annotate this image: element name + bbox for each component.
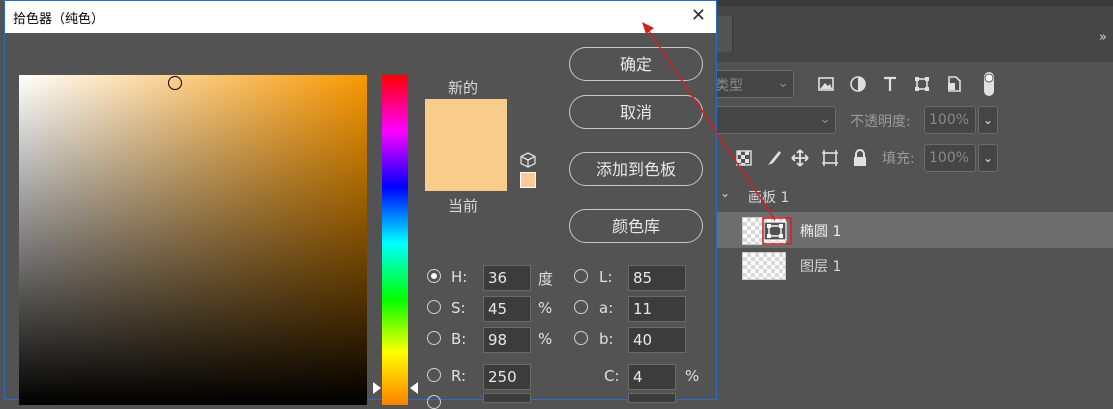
l-input[interactable]: 85	[628, 265, 686, 291]
layer-thumbnail	[742, 252, 786, 280]
hue-slider-handle-right[interactable]	[410, 382, 418, 394]
a-label: a:	[599, 299, 614, 317]
smart-object-filter-icon[interactable]	[944, 74, 964, 94]
fill-dropdown-icon[interactable]: ⌄	[978, 144, 998, 172]
layer-row-selected[interactable]: 椭圆 1	[716, 212, 1113, 248]
artboard-name: 画板 1	[748, 190, 790, 206]
s-label: S:	[451, 299, 466, 317]
a-input[interactable]: 11	[628, 296, 686, 322]
opacity-label: 不透明度:	[850, 114, 911, 130]
c-input[interactable]: 4	[628, 364, 676, 390]
add-to-swatches-button[interactable]: 添加到色板	[569, 152, 703, 186]
new-color-swatch	[425, 99, 507, 145]
filter-toggle-icon[interactable]	[982, 70, 996, 98]
hue-slider[interactable]	[382, 75, 408, 405]
hue-slider-handle-left[interactable]	[373, 382, 381, 394]
h-radio[interactable]	[427, 269, 441, 283]
r-radio[interactable]	[427, 368, 441, 382]
color-field[interactable]	[19, 75, 367, 405]
lock-all-icon[interactable]	[850, 148, 870, 168]
chevron-down-icon: ⌄	[777, 75, 789, 91]
chevron-down-icon: ⌄	[819, 111, 831, 127]
layer-row[interactable]: 图层 1	[716, 248, 1113, 282]
ok-button[interactable]: 确定	[569, 47, 703, 81]
lock-transparent-pixels-icon[interactable]	[734, 148, 754, 168]
adjustment-layer-filter-icon[interactable]	[848, 74, 868, 94]
close-icon[interactable]: ✕	[691, 5, 706, 26]
c-label: C:	[604, 367, 620, 385]
color-picker-dialog: 拾色器（纯色） ✕ 新的 当前 确定 取消 添加到色板 颜色库 H: 36 度 …	[4, 0, 717, 409]
pixel-layer-filter-icon[interactable]	[816, 74, 836, 94]
blend-mode-select[interactable]: ⌄	[712, 106, 836, 134]
cancel-button[interactable]: 取消	[569, 95, 703, 129]
m-input[interactable]	[628, 393, 676, 403]
shape-layer-filter-icon[interactable]	[912, 74, 932, 94]
a-radio[interactable]	[574, 300, 588, 314]
type-layer-filter-icon[interactable]	[880, 74, 900, 94]
b-unit: %	[538, 330, 553, 348]
b-lab-label: b:	[599, 330, 614, 348]
layers-panel: » 类型 ⌄ ⌄ 不透明度: 100% ⌄ 填充: 100% ⌄ ⌄ 画板 1 …	[712, 0, 1113, 400]
l-label: L:	[599, 268, 613, 286]
lock-artboard-icon[interactable]	[820, 148, 840, 168]
layer-name: 图层 1	[800, 259, 842, 275]
dialog-title: 拾色器（纯色）	[13, 12, 105, 27]
kind-filter-value: 类型	[715, 78, 743, 94]
current-color-label: 当前	[448, 197, 479, 215]
s-radio[interactable]	[427, 300, 441, 314]
c-unit: %	[685, 367, 700, 385]
shape-layer-icon	[763, 221, 787, 241]
panel-menu-icon[interactable]: »	[1099, 30, 1107, 45]
opacity-input[interactable]: 100%	[924, 106, 976, 134]
s-unit: %	[538, 299, 553, 317]
chevron-down-icon[interactable]: ⌄	[720, 186, 730, 200]
h-label: H:	[451, 268, 468, 286]
web-safe-cube-icon[interactable]	[519, 151, 537, 169]
lock-position-icon[interactable]	[790, 148, 810, 168]
kind-filter-select[interactable]: 类型 ⌄	[712, 70, 794, 98]
opacity-dropdown-icon[interactable]: ⌄	[978, 106, 998, 134]
panel-tab[interactable]	[716, 16, 733, 52]
g-radio[interactable]	[427, 395, 441, 409]
h-input[interactable]: 36	[483, 265, 531, 291]
l-radio[interactable]	[574, 269, 588, 283]
fill-label: 填充:	[882, 151, 915, 167]
artboard-layer-row[interactable]: ⌄ 画板 1	[716, 180, 1113, 214]
b-lab-input[interactable]: 40	[628, 327, 686, 353]
r-label: R:	[451, 367, 467, 385]
web-safe-color-swatch[interactable]	[520, 172, 536, 188]
current-color-swatch[interactable]	[425, 145, 507, 191]
fill-input[interactable]: 100%	[924, 144, 976, 172]
color-libraries-button[interactable]: 颜色库	[569, 209, 703, 243]
b-lab-radio[interactable]	[574, 331, 588, 345]
panel-tab-bar: »	[716, 6, 1113, 62]
b-input[interactable]: 98	[483, 327, 531, 353]
b-label: B:	[451, 330, 467, 348]
layer-name: 椭圆 1	[800, 224, 842, 240]
r-input[interactable]: 250	[483, 364, 531, 390]
new-color-label: 新的	[448, 79, 479, 97]
s-input[interactable]: 45	[483, 296, 531, 322]
h-unit: 度	[538, 270, 554, 288]
color-picker-cursor[interactable]	[168, 76, 182, 90]
lock-image-pixels-icon[interactable]	[764, 148, 784, 168]
dialog-titlebar: 拾色器（纯色） ✕	[5, 1, 716, 33]
g-input[interactable]	[483, 393, 531, 403]
b-radio[interactable]	[427, 331, 441, 345]
